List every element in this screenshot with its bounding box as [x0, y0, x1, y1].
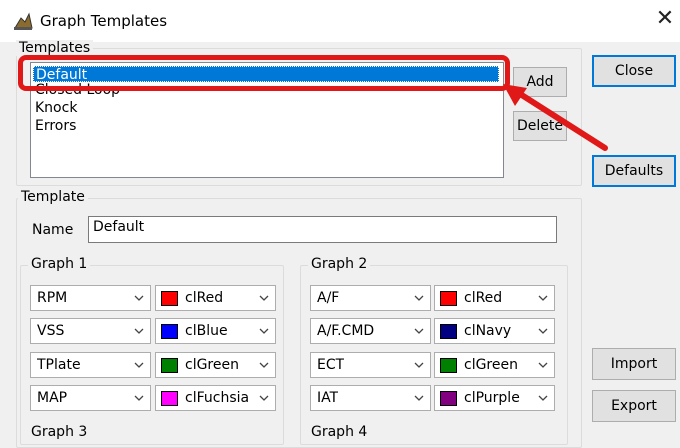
channel-value: MAP — [37, 390, 68, 406]
channel-select[interactable]: MAP — [30, 385, 151, 411]
channel-select[interactable]: A/F.CMD — [310, 318, 431, 344]
channel-select[interactable]: RPM — [30, 285, 151, 311]
color-value: clPurple — [464, 390, 520, 406]
color-swatch — [440, 324, 457, 339]
color-swatch — [440, 291, 457, 306]
chevron-down-icon — [538, 395, 548, 401]
window-title: Graph Templates — [40, 12, 168, 30]
template-group-label: Template — [18, 189, 88, 205]
color-select[interactable]: clRed — [434, 285, 555, 311]
channel-select[interactable]: VSS — [30, 318, 151, 344]
graph-1-label: Graph 1 — [28, 256, 91, 272]
color-value: clNavy — [464, 323, 512, 339]
chevron-down-icon — [259, 395, 269, 401]
chevron-down-icon — [259, 295, 269, 301]
chevron-down-icon — [134, 328, 144, 334]
annotation-highlight — [18, 55, 510, 91]
channel-select[interactable]: TPlate — [30, 352, 151, 378]
color-select[interactable]: clGreen — [155, 352, 276, 378]
chevron-down-icon — [414, 395, 424, 401]
chevron-down-icon — [414, 328, 424, 334]
channel-select[interactable]: A/F — [310, 285, 431, 311]
annotation-arrow-icon — [503, 84, 608, 151]
app-icon — [14, 12, 33, 30]
color-value: clRed — [464, 290, 503, 306]
chevron-down-icon — [259, 328, 269, 334]
color-swatch — [161, 324, 178, 339]
chevron-down-icon — [134, 362, 144, 368]
chevron-down-icon — [414, 362, 424, 368]
channel-value: IAT — [317, 390, 339, 406]
color-value: clFuchsia — [185, 390, 250, 406]
channel-select[interactable]: IAT — [310, 385, 431, 411]
color-value: clBlue — [185, 323, 228, 339]
graph-4-label: Graph 4 — [308, 424, 371, 440]
name-field[interactable]: Default — [88, 216, 557, 243]
color-select[interactable]: clFuchsia — [155, 385, 276, 411]
list-item[interactable]: Knock — [33, 100, 77, 116]
graph-3-label: Graph 3 — [28, 424, 91, 440]
color-swatch — [161, 291, 178, 306]
channel-value: RPM — [37, 290, 68, 306]
channel-value: VSS — [37, 323, 65, 339]
color-select[interactable]: clPurple — [434, 385, 555, 411]
chevron-down-icon — [259, 362, 269, 368]
color-select[interactable]: clGreen — [434, 352, 555, 378]
chevron-down-icon — [538, 328, 548, 334]
color-swatch — [161, 391, 178, 406]
name-label: Name — [32, 222, 74, 238]
color-swatch — [161, 358, 178, 373]
chevron-down-icon — [538, 295, 548, 301]
color-value: clRed — [185, 290, 224, 306]
chevron-down-icon — [134, 395, 144, 401]
list-item[interactable]: Errors — [33, 118, 76, 134]
export-button[interactable]: Export — [592, 390, 676, 422]
templates-group-label: Templates — [16, 40, 94, 56]
color-value: clGreen — [464, 357, 518, 373]
chevron-down-icon — [538, 362, 548, 368]
channel-value: ECT — [317, 357, 345, 373]
channel-value: A/F — [317, 290, 340, 306]
import-button[interactable]: Import — [592, 348, 676, 380]
chevron-down-icon — [414, 295, 424, 301]
defaults-button[interactable]: Defaults — [592, 155, 676, 187]
color-swatch — [440, 391, 457, 406]
color-select[interactable]: clRed — [155, 285, 276, 311]
color-swatch — [440, 358, 457, 373]
color-select[interactable]: clBlue — [155, 318, 276, 344]
channel-value: TPlate — [37, 357, 81, 373]
channel-value: A/F.CMD — [317, 323, 375, 339]
graph-2-label: Graph 2 — [308, 256, 371, 272]
color-select[interactable]: clNavy — [434, 318, 555, 344]
close-window-icon[interactable]: ✕ — [652, 6, 678, 31]
chevron-down-icon — [134, 295, 144, 301]
color-value: clGreen — [185, 357, 239, 373]
channel-select[interactable]: ECT — [310, 352, 431, 378]
